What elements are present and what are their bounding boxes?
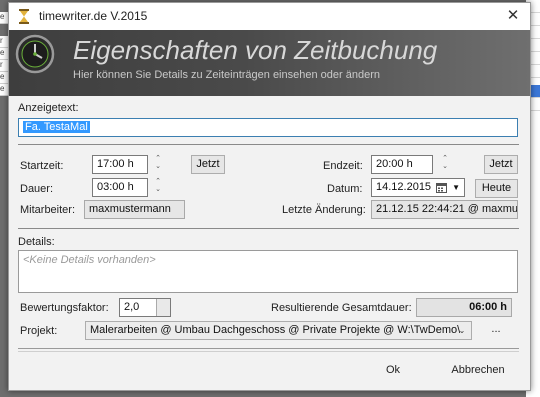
bewertungsfaktor-value: 2,0 <box>124 301 140 313</box>
endzeit-stepper[interactable]: ⌃ ⌄ <box>440 155 450 171</box>
mitarbeiter-label: Mitarbeiter: <box>20 204 76 216</box>
clock-icon <box>15 34 55 74</box>
endzeit-jetzt-button[interactable]: Jetzt <box>484 155 518 174</box>
details-label: Details: <box>18 236 55 248</box>
bewertungsfaktor-label: Bewertungsfaktor: <box>20 302 109 314</box>
dauer-input[interactable]: 03:00 h <box>92 178 148 197</box>
gesamtdauer-field: 06:00 h <box>416 298 512 317</box>
banner-title: Eigenschaften von Zeitbuchung <box>73 35 438 65</box>
anzeigetext-label: Anzeigetext: <box>18 102 79 114</box>
startzeit-stepper[interactable]: ⌃ ⌄ <box>153 155 163 171</box>
details-textarea[interactable]: <Keine Details vorhanden> <box>18 250 518 293</box>
projekt-value: Malerarbeiten @ Umbau Dachgeschoss @ Pri… <box>90 324 461 336</box>
projekt-label: Projekt: <box>20 325 58 337</box>
datum-picker[interactable]: 14.12.2015 ▼ <box>371 178 465 197</box>
endzeit-label: Endzeit: <box>323 160 363 172</box>
heute-button[interactable]: Heute <box>475 179 518 198</box>
bewertungsfaktor-input[interactable]: 2,0 <box>119 298 171 317</box>
window-title: timewriter.de V.2015 <box>39 9 148 23</box>
letzte-aenderung-field: 21.12.15 22:44:21 @ maxmu <box>371 200 518 219</box>
calendar-icon[interactable] <box>436 182 447 193</box>
mitarbeiter-field: maxmustermann <box>84 200 185 219</box>
chevron-down-icon[interactable]: ⌄ <box>455 323 469 338</box>
anzeigetext-value: Fa. TestaMal <box>23 121 90 133</box>
separator <box>18 228 519 229</box>
letzte-aenderung-label: Letzte Änderung: <box>282 204 366 216</box>
dauer-stepper[interactable]: ⌃ ⌄ <box>153 178 163 194</box>
details-placeholder: <Keine Details vorhanden> <box>23 254 156 266</box>
gesamtdauer-label: Resultierende Gesamtdauer: <box>271 302 412 314</box>
startzeit-jetzt-button[interactable]: Jetzt <box>191 155 225 174</box>
projekt-select[interactable]: Malerarbeiten @ Umbau Dachgeschoss @ Pri… <box>85 321 472 340</box>
dialog-window: timewriter.de V.2015 ✕ Eigenschaften von… <box>8 2 531 391</box>
datum-label: Datum: <box>327 183 363 195</box>
title-bar: timewriter.de V.2015 ✕ <box>9 3 530 30</box>
hourglass-icon <box>19 9 29 24</box>
anzeigetext-input[interactable]: Fa. TestaMal <box>18 118 518 137</box>
ok-button[interactable]: Ok <box>373 364 413 376</box>
separator <box>18 348 519 349</box>
projekt-browse-button[interactable]: ... <box>487 323 505 335</box>
chevron-down-icon[interactable]: ▼ <box>452 179 460 196</box>
header-banner: Eigenschaften von Zeitbuchung Hier könne… <box>9 30 530 96</box>
startzeit-input[interactable]: 17:00 h <box>92 155 148 174</box>
separator <box>18 351 519 352</box>
startzeit-label: Startzeit: <box>20 160 64 172</box>
banner-subtitle: Hier können Sie Details zu Zeiteinträgen… <box>73 69 380 81</box>
bewertungsfaktor-stepper[interactable] <box>156 299 170 316</box>
dauer-label: Dauer: <box>20 183 54 195</box>
cancel-button[interactable]: Abbrechen <box>445 364 511 376</box>
close-button[interactable]: ✕ <box>502 6 524 26</box>
separator <box>18 144 519 145</box>
endzeit-input[interactable]: 20:00 h <box>371 155 433 174</box>
datum-value: 14.12.2015 <box>376 181 432 193</box>
